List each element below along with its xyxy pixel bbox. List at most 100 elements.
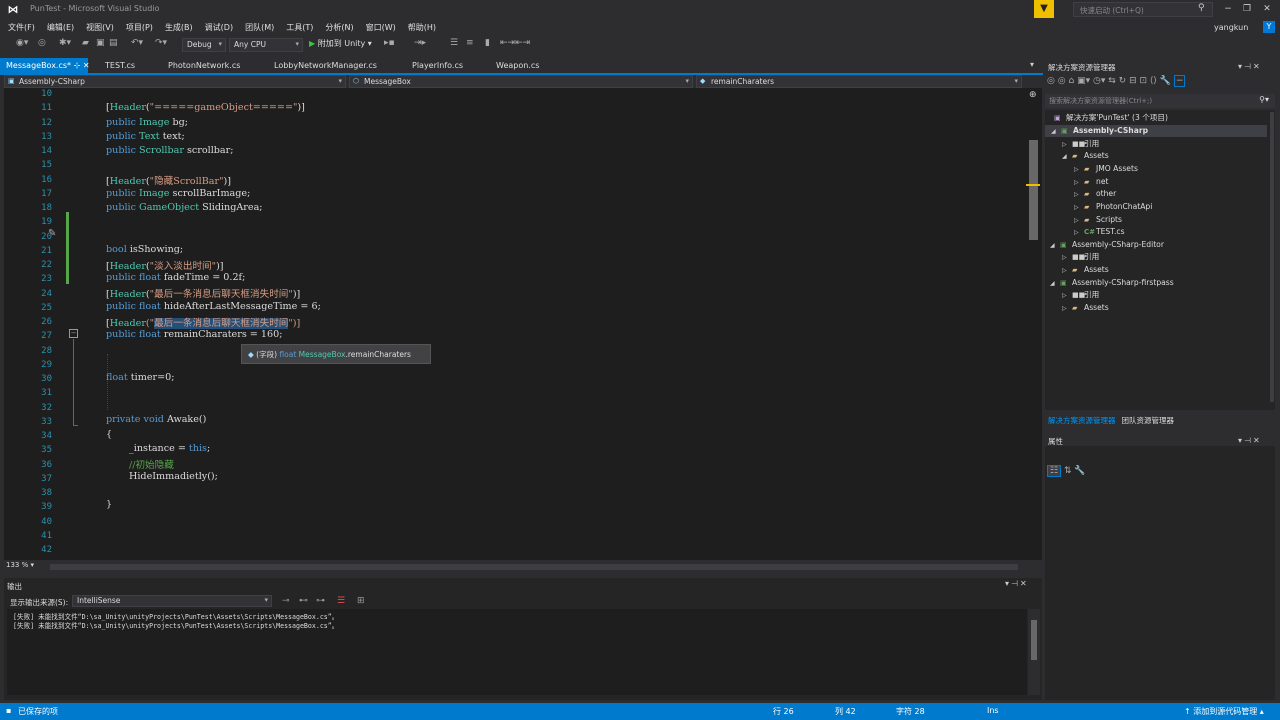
refresh-icon[interactable]: ↻ (1119, 76, 1127, 86)
tree-item-other[interactable]: ▷ ▰ other (1074, 188, 1116, 200)
member-navigation-select[interactable]: ◆ remainCharaters ▾ (696, 75, 1022, 88)
sync-icon[interactable]: ⇆ (1108, 76, 1116, 86)
save-icon[interactable]: ▣ (96, 38, 105, 48)
tree-item-test-cs[interactable]: ▷ C#TEST.cs (1074, 226, 1125, 238)
tree-item-assets[interactable]: ◢ ▰ Assets (1062, 150, 1109, 162)
tree-item-assembly-csharp-firstpass[interactable]: ◢ ▣ Assembly-CSharp-firstpass (1050, 277, 1174, 289)
close-window-button[interactable]: ✕ (1258, 2, 1276, 16)
tab-overflow-icon[interactable]: ▾ (1030, 60, 1034, 69)
tree-item-solution[interactable]: ▣ 解决方案'PunTest' (3 个项目) (1054, 112, 1168, 124)
switch-views-icon[interactable]: ▣▾ (1077, 76, 1090, 86)
back-icon[interactable]: ◎ (1047, 76, 1055, 86)
home-icon[interactable]: ⌂ (1068, 76, 1074, 86)
collapse-outline-icon[interactable]: − (69, 329, 78, 338)
scrollbar-thumb[interactable] (1029, 140, 1038, 240)
bookmark-icon[interactable]: ▮ (485, 38, 490, 48)
prev-message-icon[interactable]: ⊷ (299, 596, 308, 606)
attach-to-unity-button[interactable]: ▶ 附加到 Unity ▾ (309, 38, 372, 49)
output-source-select[interactable]: IntelliSense ▾ (72, 595, 272, 607)
source-control-button[interactable]: ↑ 添加到源代码管理 ▴ (1184, 706, 1264, 717)
menu-project[interactable]: 项目(P) (120, 20, 159, 35)
bookmark-nav-icon[interactable]: ⇤⇥⇤⇥ (500, 38, 530, 48)
solution-explorer-controls[interactable]: ▾⊣✕ (1238, 62, 1262, 71)
zoom-select[interactable]: 133 % ▾ (4, 561, 40, 572)
tree-item-assembly-csharp-editor[interactable]: ◢ ▣ Assembly-CSharp-Editor (1050, 239, 1164, 251)
solution-explorer-scrollbar-thumb[interactable] (1270, 112, 1274, 402)
uncomment-icon[interactable]: ≡ (466, 38, 474, 48)
word-wrap-icon[interactable]: ⊞ (357, 596, 365, 606)
tab-solution-explorer[interactable]: 解决方案资源管理器 (1045, 413, 1119, 428)
toolbar-extra-icon[interactable]: ▸▪ (384, 38, 395, 48)
tree-item-scripts[interactable]: ▷ ▰ Scripts (1074, 214, 1122, 226)
notification-flag-icon[interactable]: ▼ (1034, 0, 1054, 18)
split-window-icon[interactable]: ⊕ (1029, 90, 1037, 100)
view-code-icon[interactable]: ⟨⟩ (1150, 76, 1157, 86)
tab-messagebox[interactable]: MessageBox.cs* ⊹ ✕ (0, 58, 90, 73)
tab-lobbynetworkmanager[interactable]: LobbyNetworkManager.cs (268, 58, 383, 73)
tab-photonnetwork[interactable]: PhotonNetwork.cs (162, 58, 246, 73)
avatar[interactable]: Y (1263, 21, 1275, 33)
tree-item-photonchatapi[interactable]: ▷ ▰ PhotonChatApi (1074, 201, 1152, 213)
menu-build[interactable]: 生成(B) (159, 20, 199, 35)
find-message-icon[interactable]: ⊸ (282, 596, 290, 606)
solution-platform-select[interactable]: Any CPU ▾ (229, 38, 303, 52)
restore-button[interactable]: ❐ (1238, 2, 1256, 16)
collapse-all-icon[interactable]: ⊟ (1129, 76, 1137, 86)
new-project-icon[interactable]: ✱▾ (59, 38, 71, 48)
user-name[interactable]: yangkun (1214, 23, 1248, 32)
clear-all-icon[interactable]: ☰ (337, 596, 345, 606)
open-file-icon[interactable]: ▰ (82, 38, 89, 48)
menu-analyze[interactable]: 分析(N) (319, 20, 359, 35)
navigate-forward-icon[interactable]: ◎ (38, 38, 46, 48)
solution-configuration-select[interactable]: Debug ▾ (182, 38, 226, 52)
step-icon[interactable]: ⇥▸ (414, 38, 426, 48)
horizontal-scrollbar-thumb[interactable] (50, 564, 1018, 570)
output-pane-controls[interactable]: ▾⊣✕ (1005, 579, 1029, 588)
menu-help[interactable]: 帮助(H) (402, 20, 442, 35)
property-pages-icon[interactable]: 🔧 (1074, 466, 1085, 476)
properties-icon[interactable]: 🔧 (1160, 76, 1171, 86)
tab-test[interactable]: TEST.cs (99, 58, 141, 73)
tree-item-jmo-assets[interactable]: ▷ ▰ JMO Assets (1074, 163, 1138, 175)
pin-icon[interactable]: ⊹ (74, 61, 81, 70)
menu-edit[interactable]: 编辑(E) (41, 20, 80, 35)
tab-weapon[interactable]: Weapon.cs (490, 58, 545, 73)
tree-item-assets[interactable]: ▷ ▰ Assets (1062, 302, 1109, 314)
minimize-button[interactable]: − (1219, 2, 1237, 16)
redo-icon[interactable]: ↷▾ (155, 38, 167, 48)
quick-launch-input[interactable]: 快速启动 (Ctrl+Q) (1073, 2, 1213, 17)
menu-tools[interactable]: 工具(T) (280, 20, 319, 35)
preview-icon[interactable]: − (1173, 75, 1186, 87)
output-scrollbar-thumb[interactable] (1031, 620, 1037, 660)
save-all-icon[interactable]: ▤ (109, 38, 118, 48)
properties-pane-controls[interactable]: ▾⊣✕ (1238, 436, 1262, 445)
tab-team-explorer[interactable]: 团队资源管理器 (1119, 413, 1178, 428)
tree-item-references[interactable]: ▷ ■■引用 (1062, 289, 1099, 301)
tab-playerinfo[interactable]: PlayerInfo.cs (406, 58, 469, 73)
menu-debug[interactable]: 调试(D) (199, 20, 239, 35)
comment-icon[interactable]: ☰ (450, 38, 458, 48)
next-message-icon[interactable]: ⊶ (316, 596, 325, 606)
chevron-down-icon: ▾ (685, 77, 689, 85)
menu-file[interactable]: 文件(F) (2, 20, 41, 35)
tree-item-assets[interactable]: ▷ ▰ Assets (1062, 264, 1109, 276)
tree-item-references[interactable]: ▷ ■■引用 (1062, 251, 1099, 263)
tree-item-references[interactable]: ▷ ■■引用 (1062, 138, 1099, 150)
menu-window[interactable]: 窗口(W) (360, 20, 402, 35)
tree-item-assembly-csharp[interactable]: ◢ ▣ Assembly-CSharp (1045, 125, 1267, 137)
undo-icon[interactable]: ↶▾ (131, 38, 143, 48)
pending-changes-icon[interactable]: ◷▾ (1093, 76, 1105, 86)
type-navigation-select[interactable]: ⬡ MessageBox ▾ (349, 75, 693, 88)
menu-view[interactable]: 视图(V) (80, 20, 120, 35)
quick-actions-icon[interactable]: ✎ (48, 228, 56, 239)
navigate-back-icon[interactable]: ◉▾ (16, 38, 28, 48)
menu-team[interactable]: 团队(M) (239, 20, 280, 35)
solution-explorer-search-input[interactable]: 搜索解决方案资源管理器(Ctrl+;) ⚲▾ (1045, 94, 1275, 108)
show-all-files-icon[interactable]: ⊡ (1139, 76, 1147, 86)
close-icon[interactable]: ✕ (83, 61, 90, 70)
alphabetical-icon[interactable]: ⇅ (1064, 466, 1072, 476)
forward-icon[interactable]: ◎ (1058, 76, 1066, 86)
project-navigation-select[interactable]: ▣ Assembly-CSharp ▾ (4, 75, 346, 88)
tree-item-net[interactable]: ▷ ▰ net (1074, 176, 1108, 188)
categorized-icon[interactable]: ☷ (1047, 465, 1062, 477)
